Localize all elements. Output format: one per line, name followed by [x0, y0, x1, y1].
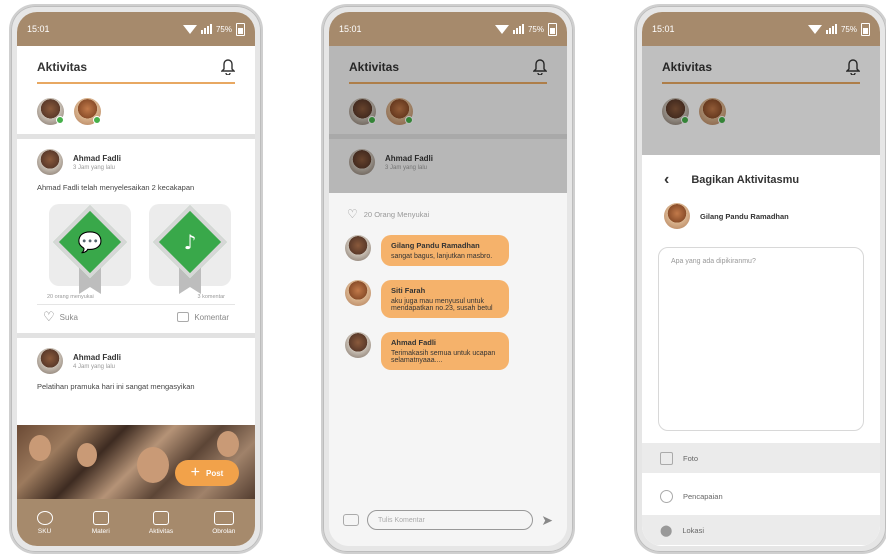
- comment-button[interactable]: Komentar: [177, 312, 229, 322]
- battery-icon: [861, 22, 870, 36]
- signal-icon: [200, 24, 212, 34]
- signal-icon: [825, 24, 837, 34]
- status-bar: 15:01 75%: [17, 12, 255, 46]
- phone-share-activity: 15:01 75% Aktivitas ‹ Bagikan Aktivitasmu…: [634, 4, 886, 554]
- status-bar: 15:01 75%: [642, 12, 880, 46]
- comment-item: Siti Farah aku juga mau menyusul untuk me…: [329, 280, 567, 318]
- heart-icon: ♡: [43, 309, 55, 324]
- option-location[interactable]: ⬤ Lokasi: [642, 515, 880, 545]
- medal-icon: [660, 489, 673, 503]
- likes-count: 20 orang menyukai: [47, 294, 94, 300]
- share-sheet: ‹ Bagikan Aktivitasmu Gilang Pandu Ramadh…: [642, 155, 880, 546]
- avatar[interactable]: [37, 348, 63, 374]
- badges: 💬 ♪: [17, 192, 255, 294]
- likes-count: 20 Orang Menyukai: [363, 209, 430, 219]
- badge-card[interactable]: ♪: [149, 204, 231, 294]
- overlay: [329, 46, 567, 193]
- image-icon: [153, 510, 169, 525]
- comment-item: Gilang Pandu Ramadhan sangat bagus, lanju…: [329, 235, 567, 266]
- battery-percent: 75%: [215, 24, 232, 34]
- page-title: Aktivitas: [37, 60, 88, 74]
- phone-comments: 15:01 75% Aktivitas Ahmad Fadli 3 Jam yan…: [321, 4, 575, 554]
- avatar[interactable]: [345, 235, 371, 261]
- chat-icon: [213, 510, 234, 525]
- option-photo[interactable]: Foto: [642, 443, 880, 473]
- chat-badge-icon: 💬: [77, 230, 103, 254]
- post-text: Pelatihan pramuka hari ini sangat mengas…: [37, 382, 195, 391]
- user-name: Gilang Pandu Ramadhan: [700, 211, 789, 221]
- avatar[interactable]: [37, 149, 63, 175]
- avatar[interactable]: [37, 97, 64, 125]
- comments-panel: ♡ 20 Orang Menyukai Gilang Pandu Ramadhan…: [329, 193, 567, 546]
- wifi-icon: [494, 24, 509, 34]
- avatar[interactable]: [345, 332, 371, 358]
- comment-bubble: Ahmad Fadli Terimakasih semua untuk ucapa…: [381, 332, 509, 370]
- comment-input-bar: Tulis Komentar ➤: [329, 510, 567, 530]
- like-button[interactable]: ♡ Suka: [43, 309, 78, 325]
- battery-icon: [236, 22, 245, 36]
- plus-icon: +: [190, 464, 200, 481]
- comment-input[interactable]: Tulis Komentar: [367, 510, 534, 530]
- post-actions: ♡ Suka Komentar: [17, 305, 255, 325]
- book-icon: [92, 510, 109, 525]
- wifi-icon: [807, 24, 822, 34]
- bell-icon[interactable]: [221, 59, 235, 75]
- online-indicator: [56, 115, 64, 124]
- overlay: [642, 46, 880, 155]
- comment-bubble: Siti Farah aku juga mau menyusul untuk me…: [381, 280, 509, 318]
- screen: 15:01 75% Aktivitas ‹ Bagikan Aktivitasmu…: [642, 12, 880, 546]
- comment-bubble: Gilang Pandu Ramadhan sangat bagus, lanju…: [381, 235, 509, 266]
- sheet-title: Bagikan Aktivitasmu: [691, 174, 800, 186]
- back-icon[interactable]: ‹: [664, 171, 669, 189]
- medal-icon: [36, 510, 53, 525]
- post-text: Ahmad Fadli telah menyelesaikan 2 kecaka…: [37, 183, 195, 192]
- send-icon[interactable]: ➤: [541, 512, 553, 529]
- wifi-icon: [182, 24, 197, 34]
- post-button[interactable]: + Post: [175, 460, 239, 486]
- post-header: Ahmad Fadli 3 Jam yang lalu: [17, 139, 255, 175]
- nav-item-obrolan[interactable]: Obrolan: [212, 510, 235, 535]
- location-icon: ⬤: [660, 524, 673, 537]
- comments-count: 3 komentar: [197, 294, 225, 300]
- screen: 15:01 75% Aktivitas Ahmad Fadli 3 Jam yan…: [329, 12, 567, 546]
- online-indicator: [93, 115, 101, 124]
- bottom-nav: SKU Materi Aktivitas Obrolan: [17, 499, 255, 546]
- post-header: Ahmad Fadli 4 Jam yang lalu: [17, 338, 255, 374]
- post-author[interactable]: Ahmad Fadli: [73, 154, 121, 163]
- avatar[interactable]: [74, 97, 101, 125]
- comment-item: Ahmad Fadli Terimakasih semua untuk ucapa…: [329, 332, 567, 370]
- screen: 15:01 75% Aktivitas Ahmad Fadli 3 Jam yan…: [17, 12, 255, 546]
- post-time: 3 Jam yang lalu: [73, 164, 116, 171]
- nav-item-aktivitas[interactable]: Aktivitas: [149, 510, 173, 535]
- phone-activity-feed: 15:01 75% Aktivitas Ahmad Fadli 3 Jam yan…: [9, 4, 263, 554]
- signal-icon: [512, 24, 524, 34]
- comment-icon: [177, 312, 190, 322]
- friend-avatars: [17, 88, 255, 134]
- heart-icon[interactable]: ♡: [347, 207, 358, 221]
- camera-icon[interactable]: [343, 514, 359, 526]
- status-bar: 15:01 75%: [329, 12, 567, 46]
- music-badge-icon: ♪: [183, 230, 197, 254]
- photo-icon: [660, 451, 673, 465]
- post-time: 4 Jam yang lalu: [73, 363, 116, 370]
- battery-icon: [548, 22, 557, 36]
- status-time: 15:01: [27, 24, 50, 34]
- post-textarea[interactable]: Apa yang ada dipikiranmu?: [658, 247, 864, 431]
- avatar[interactable]: [345, 280, 371, 306]
- header: Aktivitas: [17, 46, 255, 88]
- nav-item-materi[interactable]: Materi: [92, 510, 110, 535]
- option-achievement[interactable]: Pencapaian: [642, 481, 880, 511]
- avatar: [664, 203, 690, 229]
- badge-card[interactable]: 💬: [49, 204, 131, 294]
- post-author[interactable]: Ahmad Fadli: [73, 353, 121, 362]
- nav-item-sku[interactable]: SKU: [36, 510, 53, 535]
